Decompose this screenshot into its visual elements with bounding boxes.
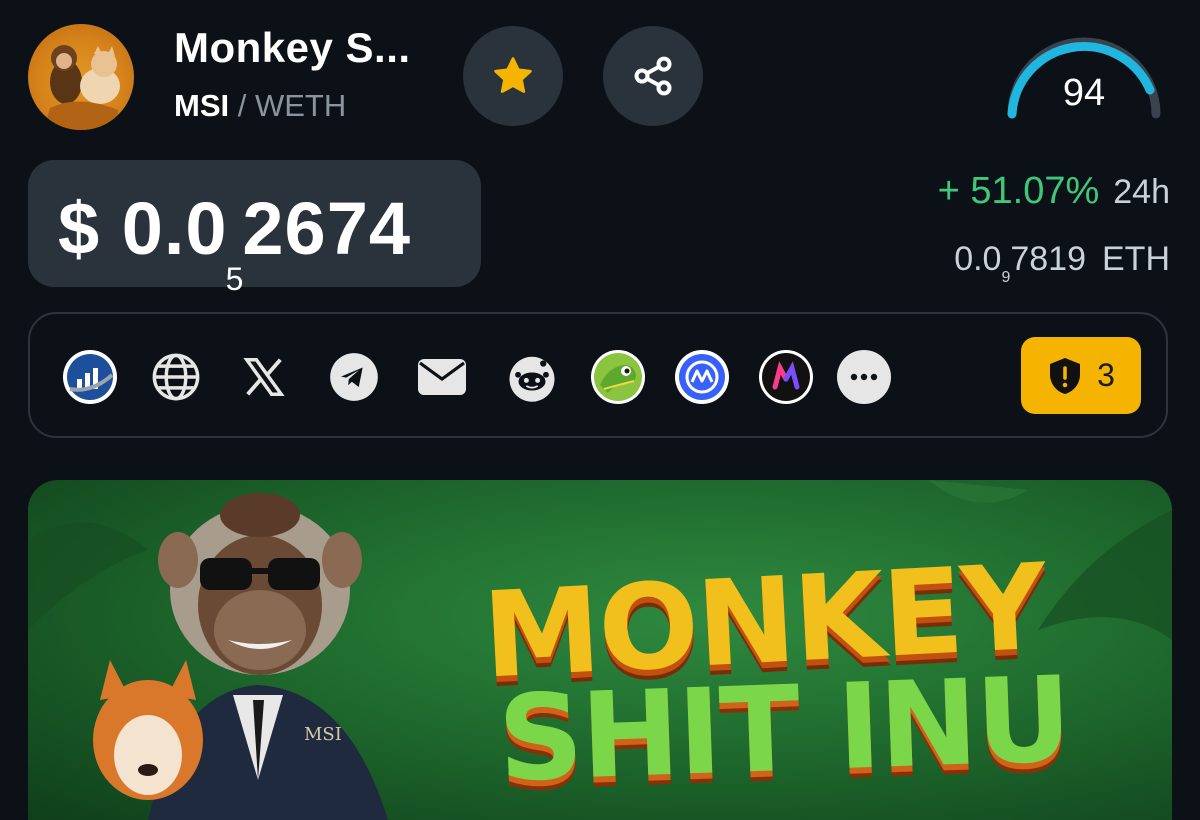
coingecko-icon[interactable]: [590, 349, 646, 405]
x-icon[interactable]: [236, 349, 292, 405]
price-usd: $ 0.052674: [58, 186, 412, 297]
alerts-count: 3: [1097, 357, 1115, 393]
score-value: 94: [1062, 72, 1106, 114]
telegram-icon[interactable]: [326, 349, 382, 405]
globe-icon[interactable]: [148, 349, 204, 405]
share-icon: [634, 56, 672, 96]
more-icon[interactable]: [836, 349, 892, 405]
email-icon[interactable]: [414, 349, 470, 405]
price-eth: 0.097819 ETH: [954, 240, 1170, 286]
change-percent: + 51.07%: [937, 170, 1100, 212]
multi-m-icon[interactable]: [758, 349, 814, 405]
pair-base: MSI: [174, 88, 230, 123]
pair-quote: WETH: [254, 88, 347, 123]
price-change: + 51.07% 24h: [938, 170, 1170, 213]
price-prefix: $ 0.0: [58, 187, 228, 270]
eth-prefix: 0.0: [954, 240, 1002, 278]
trading-pair: MSI / WETH: [174, 88, 346, 124]
eth-zero-count: 9: [1001, 269, 1011, 286]
eth-unit: ETH: [1102, 240, 1170, 278]
reddit-icon[interactable]: [504, 349, 560, 405]
favorite-button[interactable]: [463, 26, 563, 126]
security-alerts-button[interactable]: 3: [1021, 337, 1141, 414]
eth-digits: 7819: [1010, 240, 1086, 278]
pair-separator: /: [229, 88, 255, 123]
shield-alert-icon: [1050, 357, 1081, 394]
coinmarketcap-icon[interactable]: [674, 349, 730, 405]
price-digits: 2674: [242, 187, 412, 270]
banner-title-line2: SHIT INU: [495, 650, 1072, 808]
token-banner-image: MSI MONKEY SHIT INU: [28, 480, 1172, 820]
share-button[interactable]: [603, 26, 703, 126]
token-name: Monkey S...: [174, 24, 411, 71]
chart-logo-icon[interactable]: [62, 349, 118, 405]
change-period: 24h: [1113, 173, 1170, 211]
price-zero-count: 5: [225, 261, 245, 297]
token-logo: [28, 24, 134, 130]
star-icon: [494, 57, 532, 93]
banner-msi-badge: MSI: [304, 724, 342, 745]
